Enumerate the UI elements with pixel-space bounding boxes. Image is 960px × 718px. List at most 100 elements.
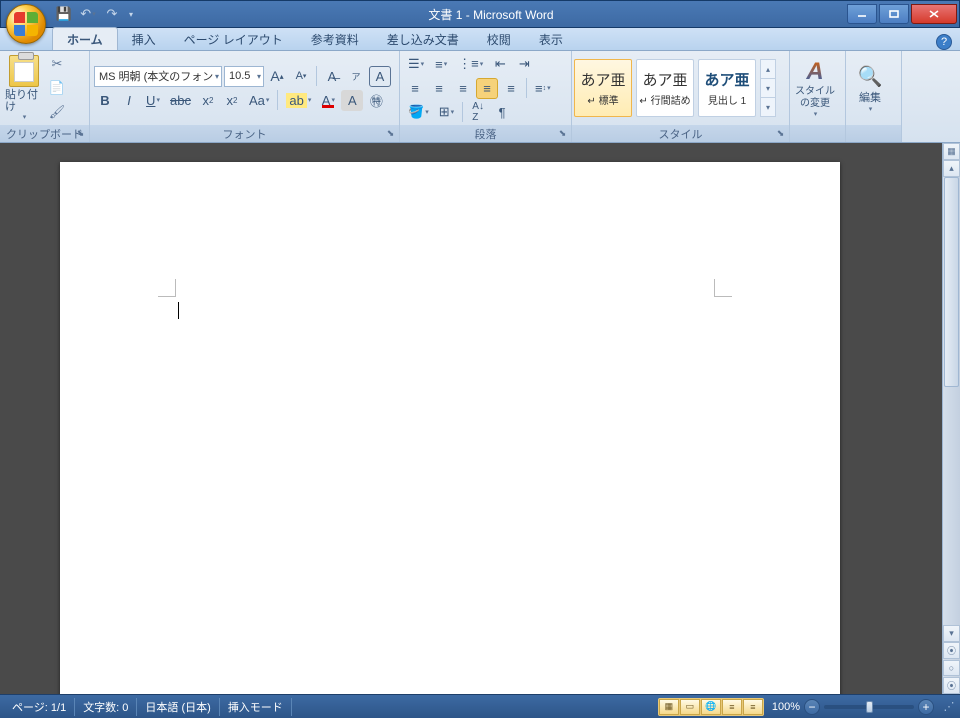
tab-insert[interactable]: 挿入 [118, 28, 170, 50]
styles-expand[interactable]: ▾ [761, 98, 775, 116]
zoom-controls: 100% − + [772, 699, 934, 715]
quick-access-toolbar: 💾 ↶▾ ↷ ▾ [53, 4, 137, 24]
character-shading-button[interactable]: A [341, 90, 363, 111]
zoom-level[interactable]: 100% [772, 701, 800, 713]
font-name-combo[interactable]: MS 明朝 (本文のフォン▾ [94, 66, 222, 87]
font-size-combo[interactable]: 10.5▾ [224, 66, 264, 87]
zoom-out-button[interactable]: − [804, 699, 820, 715]
superscript-button[interactable]: x2 [221, 90, 243, 111]
strikethrough-button[interactable]: abc [166, 90, 195, 111]
group-label-styles: スタイル⬊ [572, 125, 789, 142]
qat-customize[interactable]: ▾ [125, 4, 137, 24]
sort-button[interactable]: A↓Z [467, 102, 489, 123]
shrink-font-button[interactable]: A▾ [290, 66, 312, 87]
group-font: MS 明朝 (本文のフォン▾ 10.5▾ A▴ A▾ A̶ ア A B I U … [90, 51, 400, 142]
align-right-button[interactable]: ≡ [452, 78, 474, 99]
distributed-button[interactable]: ≡ [500, 78, 522, 99]
draft-view[interactable]: ≡ [743, 699, 763, 715]
zoom-in-button[interactable]: + [918, 699, 934, 715]
tab-review[interactable]: 校閲 [473, 28, 525, 50]
full-screen-view[interactable]: ▭ [680, 699, 700, 715]
borders-button[interactable]: ⊞ [435, 102, 458, 123]
status-page[interactable]: ページ: 1/1 [4, 698, 75, 716]
tab-view[interactable]: 表示 [525, 28, 577, 50]
resize-grip[interactable]: ⋰ [942, 700, 956, 714]
grow-font-button[interactable]: A▴ [266, 66, 288, 87]
paste-label: 貼り付け [5, 89, 43, 113]
status-word-count[interactable]: 文字数: 0 [75, 698, 137, 716]
justify-button[interactable]: ≡ [476, 78, 498, 99]
scroll-thumb[interactable] [944, 177, 959, 387]
subscript-button[interactable]: x2 [197, 90, 219, 111]
web-layout-view[interactable]: 🌐 [701, 699, 721, 715]
maximize-button[interactable] [879, 4, 909, 24]
group-label-editing [846, 125, 901, 142]
align-left-button[interactable]: ≡ [404, 78, 426, 99]
minimize-button[interactable] [847, 4, 877, 24]
bullets-button[interactable]: ☰ [404, 54, 428, 75]
save-button[interactable]: 💾 [53, 4, 75, 24]
styles-scroll-down[interactable]: ▾ [761, 79, 775, 98]
styles-dialog-launcher[interactable]: ⬊ [773, 126, 788, 141]
change-styles-button[interactable]: A スタイルの変更 ▾ [790, 54, 840, 122]
highlight-button[interactable]: ab [282, 90, 315, 111]
editing-button[interactable]: 🔍 編集 ▾ [846, 54, 894, 122]
clipboard-icon [9, 55, 39, 87]
change-case-button[interactable]: Aa [245, 90, 273, 111]
scroll-down-button[interactable]: ▾ [943, 625, 960, 642]
select-browse-object[interactable]: ○ [943, 660, 960, 677]
help-icon[interactable]: ? [936, 34, 952, 50]
ruler-toggle[interactable]: ▦ [943, 143, 960, 160]
styles-scroll-up[interactable]: ▴ [761, 60, 775, 79]
bold-button[interactable]: B [94, 90, 116, 111]
decrease-indent-button[interactable]: ⇤ [489, 54, 511, 75]
document-viewport[interactable] [0, 143, 942, 694]
scroll-up-button[interactable]: ▴ [943, 160, 960, 177]
status-language[interactable]: 日本語 (日本) [137, 698, 219, 716]
scroll-track[interactable] [943, 177, 960, 625]
outline-view[interactable]: ≡ [722, 699, 742, 715]
office-button[interactable] [6, 4, 46, 44]
ribbon-tabs: ホーム 挿入 ページ レイアウト 参考資料 差し込み文書 校閲 表示 ? [0, 28, 960, 51]
print-layout-view[interactable]: ▦ [659, 699, 679, 715]
style-heading-1[interactable]: あア亜 見出し 1 [698, 59, 756, 117]
multilevel-list-button[interactable]: ⋮≡ [454, 54, 487, 75]
line-spacing-button[interactable]: ≡↕ [531, 78, 555, 99]
cut-button[interactable]: ✂ [46, 53, 68, 75]
zoom-slider[interactable] [824, 705, 914, 709]
zoom-slider-thumb[interactable] [866, 701, 873, 713]
next-page-button[interactable]: ⦿ [943, 677, 960, 694]
paragraph-dialog-launcher[interactable]: ⬊ [555, 126, 570, 141]
clipboard-dialog-launcher[interactable]: ⬊ [73, 126, 88, 141]
italic-button[interactable]: I [118, 90, 140, 111]
font-color-button[interactable]: A [317, 90, 339, 111]
enclose-characters-button[interactable]: ㊕ [365, 90, 387, 111]
paste-button[interactable]: 貼り付け ▾ [4, 54, 44, 122]
align-center-button[interactable]: ≡ [428, 78, 450, 99]
title-bar: 💾 ↶▾ ↷ ▾ 文書 1 - Microsoft Word [0, 0, 960, 28]
previous-page-button[interactable]: ⦿ [943, 642, 960, 659]
underline-button[interactable]: U [142, 90, 164, 111]
format-painter-button[interactable]: 🖌 [46, 101, 68, 123]
page[interactable] [60, 162, 840, 694]
tab-mailings[interactable]: 差し込み文書 [373, 28, 473, 50]
copy-button[interactable]: 📄 [46, 77, 68, 99]
font-dialog-launcher[interactable]: ⬊ [383, 126, 398, 141]
style-no-spacing[interactable]: あア亜 ↵ 行間詰め [636, 59, 694, 117]
increase-indent-button[interactable]: ⇥ [513, 54, 535, 75]
shading-button[interactable]: 🪣 [404, 102, 433, 123]
style-normal[interactable]: あア亜 ↵ 標準 [574, 59, 632, 117]
clear-formatting-button[interactable]: A̶ [321, 66, 343, 87]
status-insert-mode[interactable]: 挿入モード [220, 698, 292, 716]
numbering-button[interactable]: ≡ [430, 54, 452, 75]
undo-button[interactable]: ↶▾ [77, 4, 99, 24]
tab-home[interactable]: ホーム [52, 27, 118, 50]
show-marks-button[interactable]: ¶ [491, 102, 513, 123]
view-buttons: ▦ ▭ 🌐 ≡ ≡ [658, 698, 764, 716]
tab-references[interactable]: 参考資料 [297, 28, 373, 50]
phonetic-guide-button[interactable]: ア [345, 66, 367, 87]
tab-page-layout[interactable]: ページ レイアウト [170, 28, 297, 50]
redo-button[interactable]: ↷ [101, 4, 123, 24]
close-button[interactable] [911, 4, 957, 24]
character-border-button[interactable]: A [369, 66, 391, 87]
